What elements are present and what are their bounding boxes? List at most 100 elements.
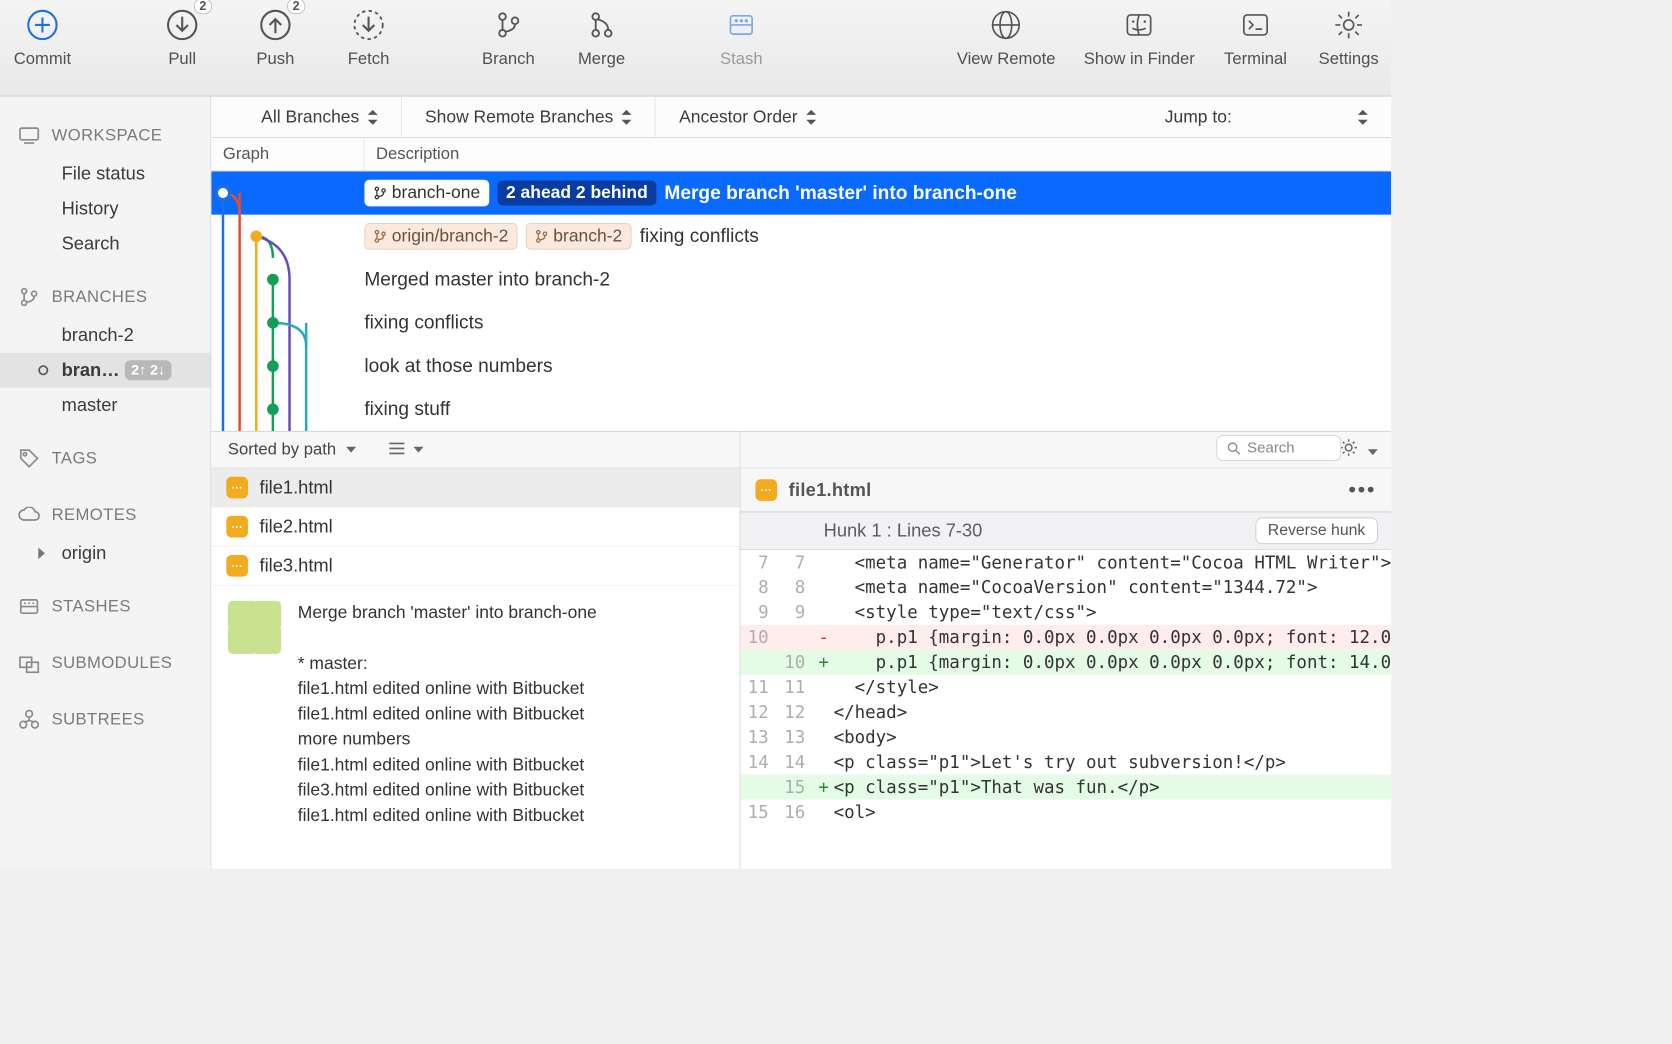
terminal-button[interactable]: Terminal: [1223, 7, 1288, 69]
settings-label: Settings: [1319, 50, 1379, 69]
commit-row[interactable]: branch-one 2 ahead 2 behind Merge branch…: [211, 171, 1391, 214]
diff-line[interactable]: 77 <meta name="Generator" content="Cocoa…: [740, 550, 1391, 575]
branch-icon: [535, 229, 548, 242]
sidebar-section-stashes[interactable]: STASHES: [0, 586, 210, 628]
reverse-hunk-button[interactable]: Reverse hunk: [1255, 518, 1377, 545]
filter-order-dropdown[interactable]: Ancestor Order: [656, 97, 839, 138]
commit-message: fixing conflicts: [364, 311, 483, 333]
modified-file-icon: ···: [226, 516, 248, 538]
commit-details: Merge branch 'master' into branch-one * …: [211, 586, 739, 844]
branch-chip-label: branch-one: [392, 183, 480, 203]
sidebar-section-workspace[interactable]: WORKSPACE: [0, 115, 210, 157]
sidebar-section-tags[interactable]: TAGS: [0, 438, 210, 480]
content-area: All Branches Show Remote Branches Ancest…: [211, 97, 1391, 869]
diff-line[interactable]: 100- p.p1 {margin: 0.0px 0.0px 0.0px 0.0…: [740, 625, 1391, 650]
updown-icon: [806, 109, 816, 124]
diff-file-header: ··· file1.html •••: [740, 468, 1391, 511]
chevron-down-icon: [346, 447, 356, 453]
push-button[interactable]: 2 Push: [243, 7, 308, 69]
commit-row[interactable]: Merged master into branch-2: [211, 258, 1391, 301]
sidebar-section-subtrees[interactable]: SUBTREES: [0, 699, 210, 741]
commit-row[interactable]: look at those numbers: [211, 344, 1391, 387]
commit-message-full: Merge branch 'master' into branch-one * …: [298, 601, 597, 829]
sidebar-branch-branch-2[interactable]: branch-2: [0, 318, 210, 353]
push-label: Push: [256, 50, 294, 69]
branch-button[interactable]: Branch: [476, 7, 541, 69]
sidebar-item-file-status[interactable]: File status: [0, 156, 210, 191]
filter-branches-label: All Branches: [261, 107, 359, 127]
sidebar-stashes-label: STASHES: [52, 597, 131, 616]
view-remote-button[interactable]: View Remote: [957, 7, 1056, 69]
sort-label: Sorted by path: [228, 440, 336, 458]
modified-file-icon: ···: [755, 479, 777, 501]
diff-lines[interactable]: 77 <meta name="Generator" content="Cocoa…: [740, 550, 1391, 825]
branch-chip: branch-2: [526, 223, 632, 250]
diff-line[interactable]: 1111 </style>: [740, 675, 1391, 700]
file-row[interactable]: ··· file3.html: [211, 547, 739, 586]
commit-row[interactable]: fixing conflicts: [211, 301, 1391, 344]
file-row[interactable]: ··· file2.html: [211, 508, 739, 547]
plus-circle-icon: [24, 7, 61, 44]
diff-line[interactable]: 1212</head>: [740, 700, 1391, 725]
diff-line[interactable]: 1516<ol>: [740, 800, 1391, 825]
current-branch-indicator-icon: [38, 365, 48, 375]
filter-branches-dropdown[interactable]: All Branches: [238, 97, 402, 138]
merge-button[interactable]: Merge: [569, 7, 634, 69]
diff-line[interactable]: 1414<p class="p1">Let's try out subversi…: [740, 750, 1391, 775]
commit-message: fixing stuff: [364, 398, 450, 420]
globe-icon: [988, 7, 1025, 44]
list-layout-dropdown[interactable]: [389, 440, 424, 459]
sidebar-branch-current-label: bran…: [62, 359, 120, 381]
file-name: file1.html: [260, 477, 333, 499]
commit-row[interactable]: fixing stuff: [211, 388, 1391, 431]
sidebar-item-history[interactable]: History: [0, 191, 210, 226]
sidebar-section-submodules[interactable]: SUBMODULES: [0, 642, 210, 684]
hunk-header: Hunk 1 : Lines 7-30 Reverse hunk: [740, 512, 1391, 550]
pull-badge: 2: [194, 0, 213, 14]
branch-icon: [373, 229, 386, 242]
diff-options-button[interactable]: [1340, 438, 1378, 461]
diff-line[interactable]: 010+ p.p1 {margin: 0.0px 0.0px 0.0px 0.0…: [740, 650, 1391, 675]
filter-remote-dropdown[interactable]: Show Remote Branches: [402, 97, 656, 138]
jump-to-dropdown[interactable]: Jump to:: [1142, 97, 1392, 138]
column-description[interactable]: Description: [364, 145, 1391, 164]
show-in-finder-button[interactable]: Show in Finder: [1084, 7, 1195, 69]
commit-button[interactable]: Commit: [10, 7, 75, 69]
diff-line[interactable]: 015+<p class="p1">That was fun.</p>: [740, 775, 1391, 800]
commit-message: Merge branch 'master' into branch-one: [664, 181, 1017, 203]
hunk-label: Hunk 1 : Lines 7-30: [824, 520, 983, 542]
more-options-button[interactable]: •••: [1348, 477, 1376, 503]
branch-chip: origin/branch-2: [364, 223, 517, 250]
sidebar-remote-origin[interactable]: origin: [0, 536, 210, 571]
settings-button[interactable]: Settings: [1316, 7, 1381, 69]
fetch-button[interactable]: Fetch: [336, 7, 401, 69]
submodules-icon: [17, 651, 42, 676]
commit-row[interactable]: origin/branch-2 branch-2 fixing conflict…: [211, 215, 1391, 258]
sort-dropdown[interactable]: Sorted by path: [228, 440, 356, 459]
branch-chip: branch-one: [364, 179, 489, 206]
diff-line[interactable]: 1313<body>: [740, 725, 1391, 750]
diff-line[interactable]: 88 <meta name="CocoaVersion" content="13…: [740, 575, 1391, 600]
column-graph[interactable]: Graph: [211, 138, 364, 170]
stash-button[interactable]: Stash: [709, 7, 774, 69]
pull-button[interactable]: 2 Pull: [150, 7, 215, 69]
sidebar-section-remotes[interactable]: REMOTES: [0, 494, 210, 536]
filter-remote-label: Show Remote Branches: [425, 107, 613, 127]
avatar: [228, 601, 281, 654]
pull-label: Pull: [168, 50, 196, 69]
diff-line[interactable]: 99 <style type="text/css">: [740, 600, 1391, 625]
sidebar-section-branches[interactable]: BRANCHES: [0, 276, 210, 318]
sidebar-branch-current[interactable]: bran… 2↑ 2↓: [0, 353, 210, 388]
merge-icon: [583, 7, 620, 44]
diff-file-name: file1.html: [789, 479, 1337, 501]
gear-icon: [1340, 438, 1358, 456]
file-list: ··· file1.html ··· file2.html ··· file3.…: [211, 468, 739, 585]
file-row[interactable]: ··· file1.html: [211, 468, 739, 507]
files-panel: Sorted by path ··· file1.html: [211, 432, 740, 869]
updown-icon: [622, 109, 632, 124]
sidebar-item-search[interactable]: Search: [0, 226, 210, 261]
sidebar-branch-master[interactable]: master: [0, 388, 210, 423]
search-input[interactable]: Search: [1216, 435, 1341, 461]
commits-table-header: Graph Description: [211, 138, 1391, 171]
fetch-icon: [350, 7, 387, 44]
